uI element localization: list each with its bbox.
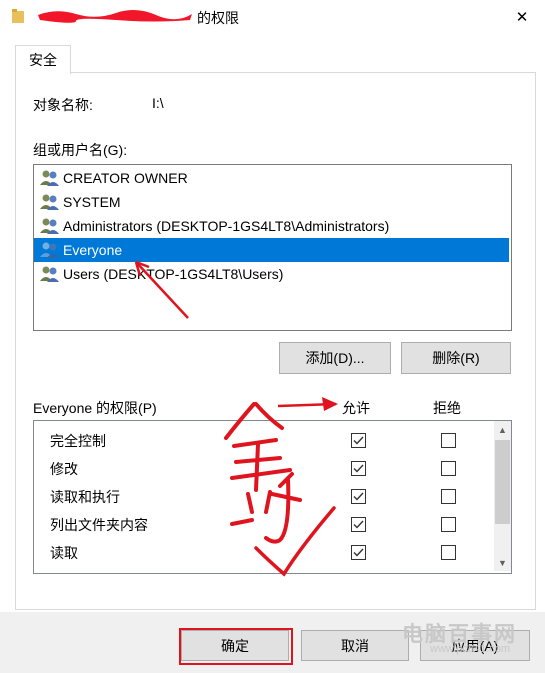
checkmark-icon [353,548,364,557]
add-button[interactable]: 添加(D)... [279,342,391,374]
group-user-list[interactable]: CREATOR OWNER SYSTEM Administrators (DES… [33,164,512,331]
deny-checkbox[interactable] [441,545,456,560]
users-icon [40,170,59,186]
checkmark-icon [353,520,364,529]
object-name-value: I:\ [152,95,164,111]
title-bar: 的权限 ✕ [0,0,545,34]
permission-name: 读取 [50,545,78,561]
permission-row: 列出文件夹内容 [34,510,494,538]
close-icon: ✕ [515,9,529,26]
permission-row: 修改 [34,454,494,482]
deny-checkbox[interactable] [441,517,456,532]
allow-checkbox[interactable] [351,517,366,532]
permission-row: 读取和执行 [34,482,494,510]
cancel-button[interactable]: 取消 [301,630,409,661]
permission-row: 读取 [34,538,494,566]
groups-label: 组或用户名(G): [33,142,128,158]
permission-row: 完全控制 [34,426,494,454]
list-item-label: SYSTEM [63,194,121,210]
redaction-mark [38,9,192,23]
users-icon [40,266,59,282]
scrollbar-thumb[interactable] [495,440,510,524]
deny-checkbox[interactable] [441,489,456,504]
list-item-label: Users (DESKTOP-1GS4LT8\Users) [63,266,284,282]
deny-checkbox[interactable] [441,433,456,448]
permission-name: 读取和执行 [50,489,120,505]
permission-name: 完全控制 [50,433,106,449]
list-item-label: Everyone [63,242,123,258]
window-title: 的权限 [197,10,239,26]
close-button[interactable]: ✕ [499,0,545,34]
allow-checkbox[interactable] [351,461,366,476]
users-icon [40,218,59,234]
allow-header: 允许 [342,400,370,416]
checkmark-icon [353,436,364,445]
list-item[interactable]: Administrators (DESKTOP-1GS4LT8\Administ… [34,214,509,238]
checkmark-icon [353,492,364,501]
permissions-list: 完全控制 修改 读取和执行 列出文件夹内容 读取 ▲ ▼ [33,420,512,574]
users-icon [40,242,59,258]
list-item[interactable]: SYSTEM [34,190,509,214]
ok-highlight-box [179,628,293,665]
list-item[interactable]: CREATOR OWNER [34,166,509,190]
deny-checkbox[interactable] [441,461,456,476]
tab-label: 安全 [29,52,57,68]
scroll-down-icon[interactable]: ▼ [494,554,511,571]
list-item-label: CREATOR OWNER [63,170,188,186]
permission-name: 修改 [50,461,78,477]
allow-checkbox[interactable] [351,545,366,560]
tab-security[interactable]: 安全 [15,45,71,74]
permissions-scrollbar[interactable]: ▲ ▼ [494,421,511,571]
deny-header: 拒绝 [433,400,461,416]
remove-button[interactable]: 删除(R) [401,342,511,374]
scroll-up-icon[interactable]: ▲ [494,421,511,438]
users-icon [40,194,59,210]
permission-name: 列出文件夹内容 [50,517,148,533]
folder-icon [12,9,24,23]
object-name-label: 对象名称: [33,97,93,113]
allow-checkbox[interactable] [351,489,366,504]
list-item-selected[interactable]: Everyone [34,238,509,262]
permissions-label: Everyone 的权限(P) [33,400,157,416]
allow-checkbox[interactable] [351,433,366,448]
list-item[interactable]: Users (DESKTOP-1GS4LT8\Users) [34,262,509,286]
list-item-label: Administrators (DESKTOP-1GS4LT8\Administ… [63,218,390,234]
checkmark-icon [353,464,364,473]
watermark-url: www.pc841.com [430,643,511,655]
